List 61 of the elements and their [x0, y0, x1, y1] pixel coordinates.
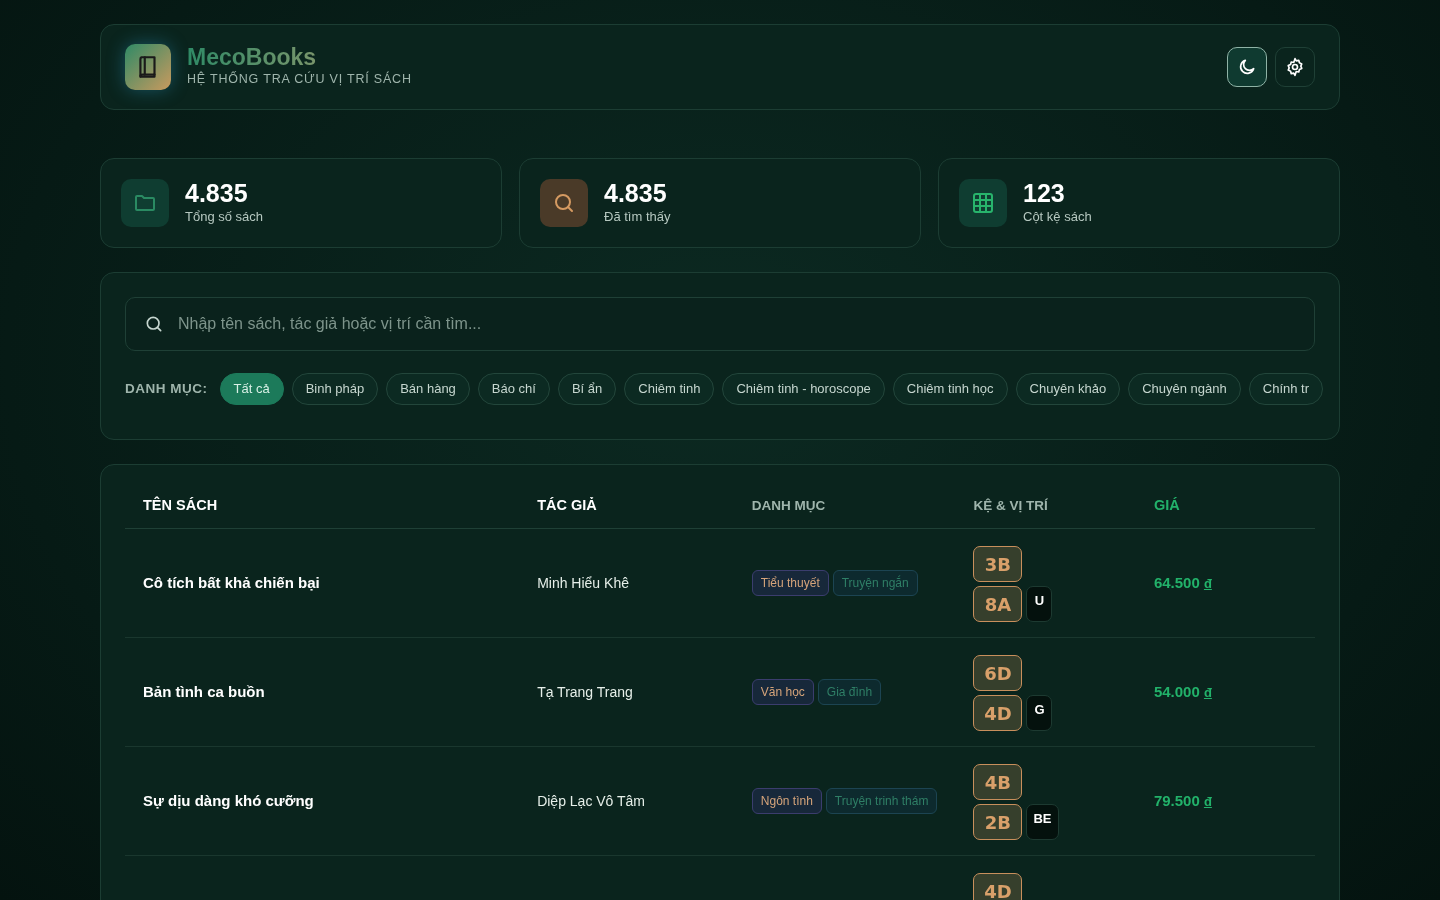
currency-symbol: đ — [1203, 685, 1212, 701]
category-tag: Truyện trinh thám — [825, 788, 938, 815]
author-name: Tạ Trang Trang — [537, 684, 633, 701]
author-name: Diệp Lạc Vô Tâm — [537, 793, 646, 810]
shelf-badge: 8A — [973, 586, 1023, 623]
grid-icon — [971, 191, 995, 215]
column-header: TÊN SÁCH — [143, 496, 218, 513]
position-badge: G — [1026, 695, 1053, 732]
settings-icon — [1285, 57, 1305, 77]
stat-label: Cột kệ sách — [1023, 208, 1092, 226]
position-badge: U — [1026, 586, 1053, 623]
shelf-badge: 2B — [973, 804, 1023, 841]
category-chip[interactable]: Binh pháp — [291, 373, 379, 405]
shelf-badge: 3B — [973, 546, 1023, 583]
column-header: DANH MỤC — [751, 497, 826, 513]
search-field[interactable]: Nhập tên sách, tác giả hoặc vị trí cần tìm... — [176, 311, 1296, 337]
category-chip[interactable]: Chiêm tinh — [624, 373, 715, 405]
category-chip[interactable]: Tất cả — [219, 373, 284, 405]
position-badge: BE — [1026, 804, 1059, 841]
currency-symbol: đ — [1203, 576, 1212, 592]
shelf-badge: 4B — [973, 764, 1023, 801]
stat-label: Tổng số sách — [185, 208, 264, 226]
author-name: Minh Hiểu Khê — [537, 575, 629, 592]
price: 64.500 đ — [1153, 574, 1212, 592]
moon-icon — [1237, 57, 1257, 77]
stat-value: 4.835 — [185, 179, 249, 207]
app-subtitle: HỆ THỐNG TRA CỨU VỊ TRÍ SÁCH — [187, 70, 412, 89]
shelf-badge: 4D — [973, 873, 1023, 900]
price: 54.000 đ — [1153, 683, 1212, 701]
stat-label: Đã tìm thấy — [604, 208, 671, 226]
column-header: TÁC GIẢ — [537, 496, 597, 513]
shelf-badge: 4D — [973, 695, 1023, 732]
search-box[interactable]: Nhập tên sách, tác giả hoặc vị trí cần tìm... — [125, 297, 1315, 351]
category-tag: Tiểu thuyết — [751, 570, 829, 597]
category-chip[interactable]: Chuyên ngành — [1128, 373, 1241, 405]
category-chip[interactable]: Bí ẩn — [557, 373, 617, 405]
category-label: DANH MỤC: — [125, 379, 208, 398]
book-title: Bản tình ca buồn — [143, 683, 265, 701]
category-chip[interactable]: Chuyên khảo — [1015, 373, 1121, 405]
category-chip[interactable]: Chiêm tinh học — [892, 373, 1008, 405]
category-chip[interactable]: Chiêm tinh - horoscope — [722, 373, 885, 405]
category-chip[interactable]: Báo chí — [477, 373, 550, 405]
category-chip[interactable]: Bán hàng — [386, 373, 470, 405]
stat-value: 123 — [1023, 179, 1066, 207]
currency-symbol: đ — [1203, 794, 1212, 810]
category-tag: Gia đình — [817, 679, 882, 706]
column-header: GIÁ — [1153, 496, 1180, 513]
category-tag: Ngôn tình — [751, 788, 822, 815]
category-tag: Truyện ngắn — [832, 570, 918, 597]
search-icon — [144, 314, 164, 334]
column-header: KỆ & VỊ TRÍ — [973, 497, 1048, 513]
category-tag: Văn học — [751, 679, 814, 706]
search-icon — [552, 191, 576, 215]
theme-toggle-button[interactable] — [1227, 47, 1267, 87]
settings-button[interactable] — [1275, 47, 1315, 87]
stat-value: 4.835 — [604, 179, 668, 207]
category-chip[interactable]: Chính tr — [1248, 373, 1324, 405]
book-title: Sự dịu dàng khó cưỡng — [143, 792, 314, 810]
shelf-badge: 6D — [973, 655, 1023, 692]
book-title: Cô tích bất khả chiến bại — [143, 574, 320, 592]
price: 79.500 đ — [1153, 792, 1212, 810]
